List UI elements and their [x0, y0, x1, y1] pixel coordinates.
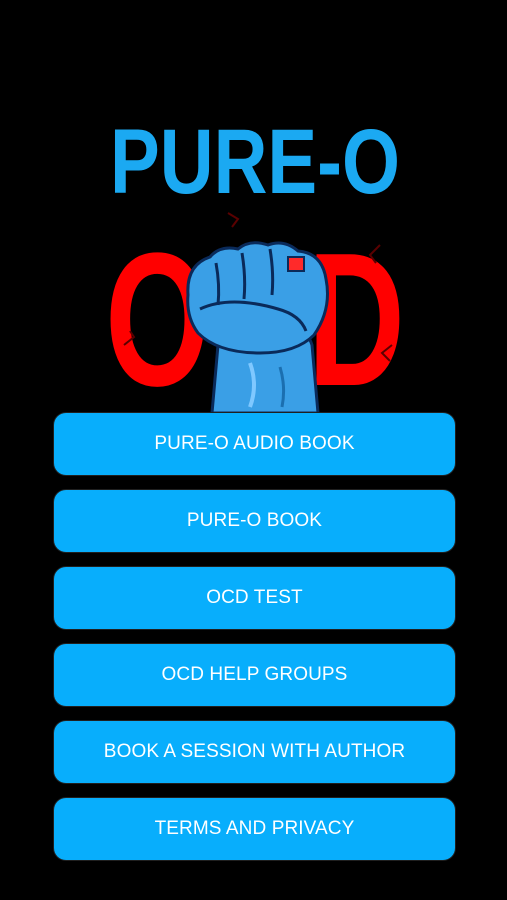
menu-item: PURE-O AUDIO BOOK	[54, 413, 455, 475]
menu-item: OCD TEST	[54, 567, 455, 629]
help-groups-button[interactable]: OCD HELP GROUPS	[54, 644, 455, 706]
main-menu: PURE-O AUDIO BOOK PURE-O BOOK OCD TEST O…	[54, 413, 455, 875]
app-logo: OCD PURE-O	[100, 95, 410, 413]
menu-item: PURE-O BOOK	[54, 490, 455, 552]
pure-o-ocd-logo: OCD PURE-O	[105, 111, 405, 413]
terms-privacy-button[interactable]: TERMS AND PRIVACY	[54, 798, 455, 860]
book-button[interactable]: PURE-O BOOK	[54, 490, 455, 552]
ocd-test-button[interactable]: OCD TEST	[54, 567, 455, 629]
audio-book-button[interactable]: PURE-O AUDIO BOOK	[54, 413, 455, 475]
pure-o-title-text: PURE-O	[110, 111, 400, 213]
menu-item: OCD HELP GROUPS	[54, 644, 455, 706]
home-screen: OCD PURE-O	[0, 0, 507, 900]
menu-item: TERMS AND PRIVACY	[54, 798, 455, 860]
menu-item: BOOK A SESSION WITH AUTHOR	[54, 721, 455, 783]
book-session-button[interactable]: BOOK A SESSION WITH AUTHOR	[54, 721, 455, 783]
